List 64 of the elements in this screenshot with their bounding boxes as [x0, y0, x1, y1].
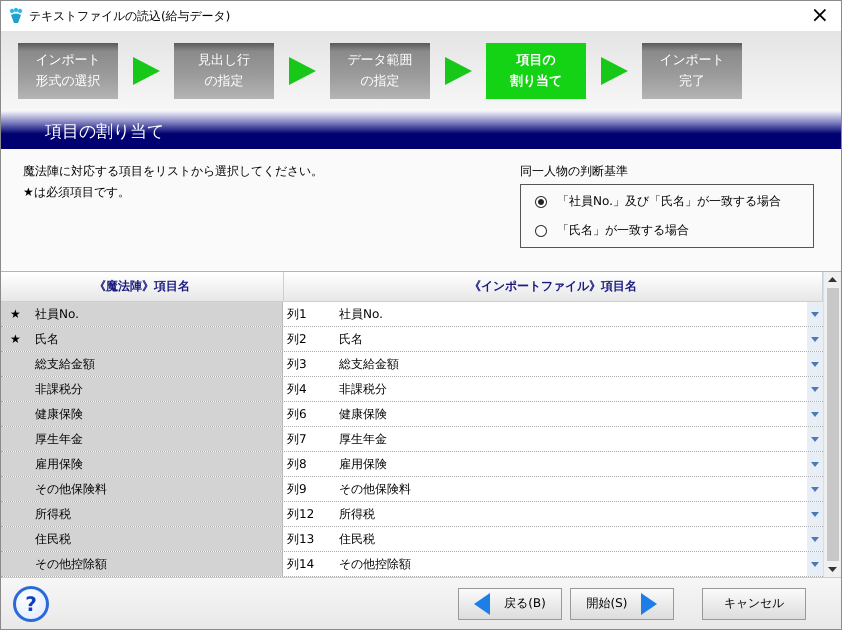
column-header: 《魔法陣》項目名 [1, 272, 284, 302]
radio-option[interactable]: 「氏名」が一致する場合 [535, 222, 813, 239]
dropdown-button[interactable] [807, 377, 823, 401]
wizard-step: 見出し行 の指定 [174, 43, 274, 99]
dropdown-button[interactable] [807, 552, 823, 576]
caret-icon [811, 312, 819, 316]
app-icon [9, 8, 23, 24]
caret-icon [811, 486, 819, 492]
dropdown-button[interactable] [807, 477, 823, 501]
item-name: 氏名 [35, 330, 59, 348]
caret-icon [811, 436, 819, 442]
item-name: その他保険料 [35, 480, 107, 498]
section-title: 項目の割り当て [45, 121, 164, 143]
wizard-step: インポート 完了 [642, 43, 742, 99]
required-mark: ★ [9, 307, 22, 321]
column-header: 《インポートファイル》項目名 [284, 272, 823, 302]
dropdown-button[interactable] [807, 427, 823, 451]
caret-icon [811, 562, 819, 566]
caret-icon [811, 386, 819, 392]
dropdown-button[interactable] [807, 452, 823, 476]
caret-icon [811, 336, 819, 342]
window-title: テキストファイルの読込(給与データ) [29, 8, 232, 24]
start-button[interactable]: 開始(S) [570, 588, 674, 620]
back-button[interactable]: 戻る(B) [458, 588, 562, 620]
left-arrow-icon [474, 592, 490, 614]
caret-icon [811, 462, 819, 466]
wizard-step: データ範囲 の指定 [330, 43, 430, 99]
group-title: 同一人物の判断基準 [520, 163, 629, 180]
caret-icon [811, 412, 819, 416]
dropdown-button[interactable] [807, 352, 823, 376]
item-name: 雇用保険 [35, 456, 83, 472]
wizard-step: 項目の 割り当て [486, 43, 586, 99]
item-name: 非課税分 [35, 380, 83, 398]
caret-icon [811, 512, 819, 516]
dropdown-button[interactable] [807, 302, 823, 326]
cancel-button[interactable]: キャンセル [702, 588, 806, 620]
step-arrow-icon [287, 56, 317, 86]
radio-button[interactable] [535, 196, 547, 208]
dropdown-button[interactable] [807, 402, 823, 426]
step-arrow-icon [599, 56, 629, 86]
caret-icon [811, 362, 819, 366]
item-name: 厚生年金 [35, 430, 83, 448]
instruction-text: 魔法陣に対応する項目をリストから選択してください。 [23, 163, 323, 180]
close-button[interactable]: × [806, 5, 833, 27]
step-arrow-icon [443, 56, 473, 86]
caret-icon [811, 536, 819, 542]
item-name: その他控除額 [35, 556, 107, 572]
radio-option[interactable]: 「社員No.」及び「氏名」が一致する場合 [535, 193, 813, 210]
help-button[interactable]: ? [13, 586, 49, 622]
dropdown-button[interactable] [807, 327, 823, 351]
required-mark: ★ [9, 332, 22, 346]
dropdown-button[interactable] [807, 527, 823, 551]
instruction-text: ★は必須項目です。 [23, 184, 131, 201]
item-name: 健康保険 [35, 406, 83, 422]
item-name: 住民税 [35, 530, 71, 548]
wizard-step: インポート 形式の選択 [18, 43, 118, 99]
item-name: 所得税 [35, 506, 71, 522]
dropdown-button[interactable] [807, 502, 823, 526]
right-arrow-icon [641, 592, 658, 614]
step-arrow-icon [131, 56, 161, 86]
radio-button[interactable] [535, 224, 547, 236]
item-name: 社員No. [35, 306, 79, 322]
item-name: 総支給金額 [35, 356, 95, 372]
scrollbar[interactable] [823, 272, 841, 577]
